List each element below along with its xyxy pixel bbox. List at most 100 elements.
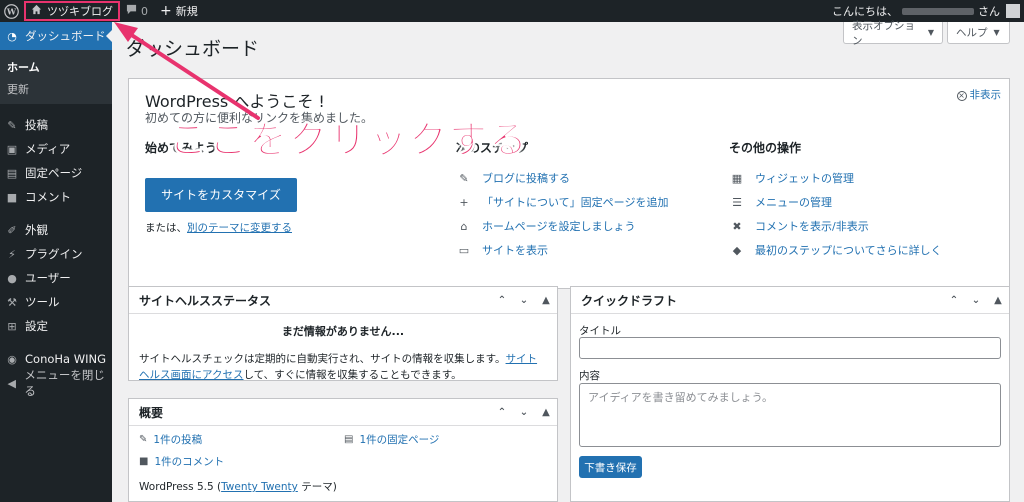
learn-more-link[interactable]: ◆ 最初のステップについてさらに詳しく — [729, 238, 999, 262]
home-icon — [31, 4, 42, 18]
plugin-icon: ⚡ — [8, 247, 16, 261]
manage-widgets-label: ウィジェットの管理 — [755, 172, 854, 185]
manage-menus-label: メニューの管理 — [755, 196, 832, 209]
avatar — [1006, 4, 1020, 18]
dashboard-submenu: ホーム 更新 — [0, 50, 112, 104]
toggle-comments-label: コメントを表示/非表示 — [755, 220, 869, 233]
sidebar-item-pages[interactable]: ▤ 固定ページ — [0, 161, 112, 185]
sidebar-item-label: ConoHa WING — [25, 352, 107, 366]
version-suffix: テーマ) — [297, 481, 337, 493]
move-down-icon[interactable]: ⌄ — [513, 407, 535, 418]
page-icon: ▤ — [6, 166, 18, 180]
learn-more-label: 最初のステップについてさらに詳しく — [755, 244, 942, 257]
wordpress-logo-icon[interactable]: W — [0, 0, 22, 22]
save-draft-button[interactable]: 下書き保存 — [579, 456, 642, 478]
add-about-page-label: 「サイトについて」固定ページを追加 — [482, 196, 669, 209]
view-site-link[interactable]: ▭ サイトを表示 — [456, 238, 716, 262]
or-prefix: または、 — [145, 222, 187, 234]
write-post-label: ブログに投稿する — [482, 172, 570, 185]
pin-icon: ✎ — [139, 434, 148, 445]
quick-draft-title: クイックドラフト — [581, 293, 678, 308]
write-post-link[interactable]: ✎ ブログに投稿する — [456, 166, 716, 190]
sidebar-item-tools[interactable]: ⚒ ツール — [0, 290, 112, 314]
comments-link[interactable]: 0 — [120, 0, 154, 22]
sidebar-item-plugins[interactable]: ⚡ プラグイン — [0, 242, 112, 266]
change-theme-link[interactable]: 別のテーマに変更する — [187, 222, 292, 234]
sidebar-item-dashboard[interactable]: ◔ ダッシュボード — [0, 22, 112, 50]
move-up-icon[interactable]: ⌃ — [943, 295, 965, 306]
move-up-icon[interactable]: ⌃ — [491, 295, 513, 306]
greeting-suffix: さん — [978, 5, 1000, 18]
posts-count-label: 1件の投稿 — [153, 434, 203, 446]
dismiss-label: 非表示 — [969, 89, 1002, 101]
plus-icon: + — [160, 3, 172, 19]
graduation-cap-icon: ◆ — [732, 243, 742, 257]
new-content-link[interactable]: + 新規 — [154, 0, 204, 22]
comments-count-link[interactable]: ■ 1件のコメント — [139, 454, 224, 469]
customize-site-button[interactable]: サイトをカスタマイズ — [145, 178, 297, 212]
comments-count-label: 1件のコメント — [154, 456, 225, 468]
new-label: 新規 — [175, 5, 198, 18]
sidebar-item-comments[interactable]: ■ コメント — [0, 185, 112, 209]
site-health-header: サイトヘルスステータス ⌃ ⌄ ▲ — [129, 287, 557, 314]
add-about-page-link[interactable]: + 「サイトについて」固定ページを追加 — [456, 190, 716, 214]
move-down-icon[interactable]: ⌄ — [513, 295, 535, 306]
sidebar-item-label: コメント — [25, 190, 71, 204]
site-health-title: サイトヘルスステータス — [139, 293, 272, 308]
blurred-username — [902, 7, 974, 15]
submenu-updates[interactable]: 更新 — [0, 78, 112, 100]
move-up-icon[interactable]: ⌃ — [491, 407, 513, 418]
pages-count-link[interactable]: ▤ 1件の固定ページ — [344, 432, 439, 447]
close-icon: × — [956, 91, 967, 101]
collapse-icon[interactable]: ▲ — [987, 295, 1009, 306]
no-info-text: まだ情報がありません... — [281, 325, 405, 338]
submenu-home[interactable]: ホーム — [0, 56, 112, 78]
dismiss-button[interactable]: × 非表示 — [956, 87, 1002, 102]
sidebar-item-label: 設定 — [25, 319, 48, 333]
health-text-after: して、すぐに情報を収集することもできます。 — [243, 369, 462, 381]
sidebar-item-settings[interactable]: ⊞ 設定 — [0, 314, 112, 338]
brush-icon: ✐ — [7, 223, 17, 237]
toggle-comments-link[interactable]: ✖ コメントを表示/非表示 — [729, 214, 999, 238]
quick-draft-header: クイックドラフト ⌃ ⌄ ▲ — [571, 287, 1009, 314]
help-button[interactable]: ヘルプ ▼ — [947, 22, 1010, 44]
collapse-icon[interactable]: ▲ — [535, 295, 557, 306]
help-label: ヘルプ — [956, 27, 988, 39]
pages-count-label: 1件の固定ページ — [359, 434, 440, 446]
manage-menus-link[interactable]: ☰ メニューの管理 — [729, 190, 999, 214]
theme-link[interactable]: Twenty Twenty — [221, 481, 298, 493]
collapse-icon[interactable]: ▲ — [535, 407, 557, 418]
sidebar-item-users[interactable]: ● ユーザー — [0, 266, 112, 290]
sidebar-item-label: 固定ページ — [25, 166, 83, 180]
site-name-link[interactable]: ツヅキブログ — [24, 1, 120, 21]
move-down-icon[interactable]: ⌄ — [965, 295, 987, 306]
sidebar-item-label: ダッシュボード — [25, 29, 106, 43]
quick-draft-widget: クイックドラフト ⌃ ⌄ ▲ タイトル 内容 アイディアを書き留めてみましょう。… — [570, 286, 1010, 502]
draft-content-textarea[interactable]: アイディアを書き留めてみましょう。 — [579, 383, 1001, 447]
screen-options-button[interactable]: 表示オプション ▼ — [843, 20, 943, 47]
collapse-menu-button[interactable]: ◀ メニューを閉じる — [0, 368, 112, 398]
edit-icon: ✎ — [459, 171, 469, 185]
widgets-icon: ▦ — [731, 171, 743, 185]
sidebar-item-label: プラグイン — [25, 247, 83, 261]
sidebar-item-appearance[interactable]: ✐ 外観 — [0, 218, 112, 242]
draft-title-input[interactable] — [579, 337, 1001, 359]
wrench-icon: ⚒ — [7, 295, 17, 309]
sidebar-item-label: メディア — [25, 142, 71, 156]
pages-icon: ▤ — [344, 434, 354, 445]
posts-count-link[interactable]: ✎ 1件の投稿 — [139, 432, 202, 447]
manage-widgets-link[interactable]: ▦ ウィジェットの管理 — [729, 166, 999, 190]
sidebar-item-media[interactable]: ▣ メディア — [0, 137, 112, 161]
sidebar-item-posts[interactable]: ✎ 投稿 — [0, 113, 112, 137]
main-content: 表示オプション ▼ ヘルプ ▼ ダッシュボード WordPress へようこそ ! … — [112, 20, 1024, 502]
menu-icon: ☰ — [732, 195, 742, 209]
wordpress-version: WordPress 5.5 (Twenty Twenty テーマ) — [139, 479, 337, 494]
media-icon: ▣ — [6, 142, 18, 156]
comment-icon: ■ — [139, 456, 149, 467]
welcome-panel: WordPress へようこそ ! 初めての方に便利なリンクを集めました。 × 非… — [128, 78, 1010, 289]
sidebar-item-label: メニューを閉じる — [24, 368, 105, 398]
user-icon: ● — [7, 271, 17, 285]
site-name: ツヅキブログ — [47, 5, 113, 18]
setup-homepage-link[interactable]: ⌂ ホームページを設定しましょう — [456, 214, 716, 238]
change-theme-text: または、別のテーマに変更する — [145, 220, 425, 235]
